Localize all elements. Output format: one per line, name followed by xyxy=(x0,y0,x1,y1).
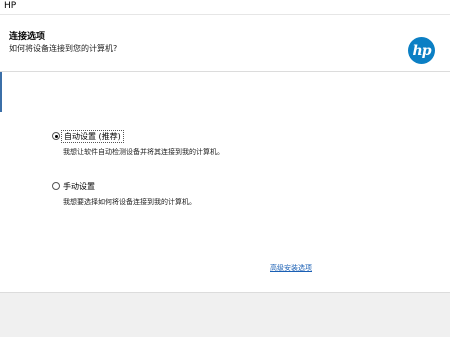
option-manual-setup-description: 我想要选择如何将设备连接到我的计算机。 xyxy=(63,198,196,206)
option-manual-setup-label[interactable]: 手动设置 xyxy=(63,181,95,192)
advanced-install-options-link[interactable]: 高级安装选项 xyxy=(270,263,312,273)
option-auto-setup-label[interactable]: 自动设置 (推荐) xyxy=(61,130,124,143)
radio-auto-setup[interactable] xyxy=(52,132,60,140)
button-bar xyxy=(0,292,450,337)
left-edge-accent xyxy=(0,72,2,112)
hp-logo-icon: hp xyxy=(408,37,435,64)
page-subtitle: 如何将设备连接到您的计算机? xyxy=(9,44,118,53)
title-bar: HP xyxy=(0,0,450,15)
option-auto-setup-description: 我想让软件自动检测设备并将其连接到我的计算机。 xyxy=(63,148,224,156)
header: 连接选项 如何将设备连接到您的计算机? hp xyxy=(0,15,450,72)
radio-manual-setup[interactable] xyxy=(52,182,60,190)
page-title: 连接选项 xyxy=(9,32,46,42)
window-title: HP xyxy=(4,1,17,11)
